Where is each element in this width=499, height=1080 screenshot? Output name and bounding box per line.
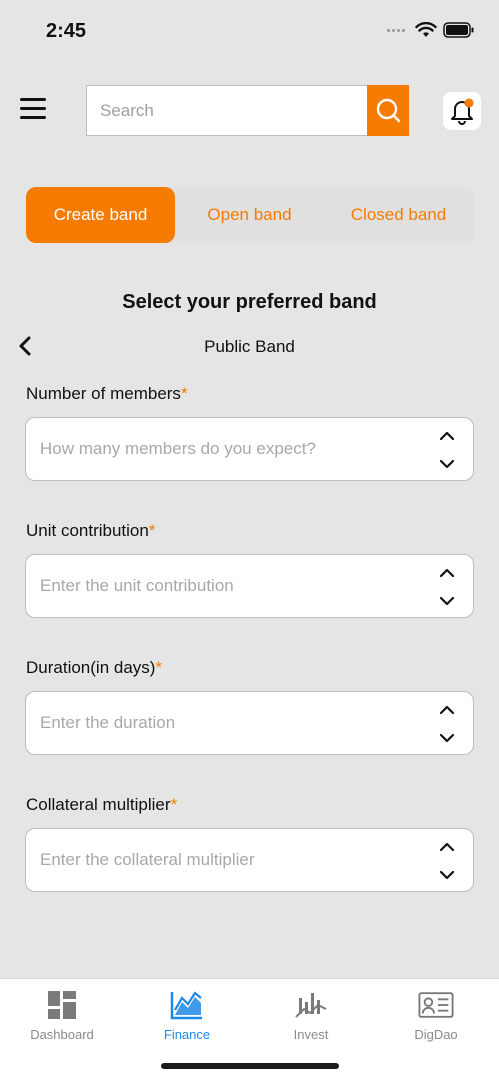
duration-label: Duration(in days)* xyxy=(26,658,162,678)
search-input[interactable] xyxy=(87,86,368,135)
stepper-up-button[interactable] xyxy=(435,563,459,583)
nav-invest[interactable]: Invest xyxy=(249,987,373,1042)
stepper-down-button[interactable] xyxy=(435,454,459,474)
cellular-signal-icon xyxy=(387,28,405,32)
dashboard-icon xyxy=(48,991,76,1019)
band-type-title: Public Band xyxy=(204,337,295,356)
stepper-down-button[interactable] xyxy=(435,728,459,748)
chevron-down-icon xyxy=(439,870,455,880)
unit-contribution-field xyxy=(25,554,474,618)
duration-label-text: Duration(in days) xyxy=(26,658,156,677)
stepper-up-button[interactable] xyxy=(435,837,459,857)
collateral-multiplier-label-text: Collateral multiplier xyxy=(26,795,171,814)
band-tabs: Create band Open band Closed band xyxy=(26,187,474,243)
chevron-left-icon xyxy=(19,336,31,356)
collateral-multiplier-field xyxy=(25,828,474,892)
chevron-up-icon xyxy=(439,705,455,715)
search-button[interactable] xyxy=(367,85,409,136)
nav-label: Finance xyxy=(163,1027,211,1042)
members-label-text: Number of members xyxy=(26,384,181,403)
chevron-down-icon xyxy=(439,596,455,606)
unit-contribution-stepper xyxy=(435,561,459,611)
unit-contribution-input[interactable] xyxy=(26,555,426,617)
required-mark: * xyxy=(170,795,178,814)
chevron-up-icon xyxy=(439,431,455,441)
stepper-up-button[interactable] xyxy=(435,426,459,446)
duration-field xyxy=(25,691,474,755)
members-label: Number of members* xyxy=(26,384,188,404)
notification-button[interactable] xyxy=(443,92,481,130)
duration-input[interactable] xyxy=(26,692,426,754)
nav-label: Dashboard xyxy=(30,1027,94,1042)
unit-contribution-label: Unit contribution* xyxy=(26,521,155,541)
chevron-down-icon xyxy=(439,733,455,743)
stepper-down-button[interactable] xyxy=(435,865,459,885)
wifi-icon xyxy=(415,22,437,37)
finance-chart-icon xyxy=(170,991,202,1020)
nav-finance[interactable]: Finance xyxy=(125,987,249,1042)
search-icon xyxy=(376,98,401,122)
chevron-down-icon xyxy=(439,459,455,469)
chevron-up-icon xyxy=(439,842,455,852)
home-indicator xyxy=(161,1063,339,1069)
status-icons xyxy=(387,22,475,38)
duration-stepper xyxy=(435,698,459,748)
required-mark: * xyxy=(155,658,163,677)
unit-contribution-label-text: Unit contribution xyxy=(26,521,149,540)
tab-open-band[interactable]: Open band xyxy=(175,187,324,243)
battery-icon xyxy=(443,22,474,38)
members-input[interactable] xyxy=(26,418,426,480)
required-mark: * xyxy=(148,521,156,540)
back-button[interactable] xyxy=(18,334,38,358)
stepper-down-button[interactable] xyxy=(435,591,459,611)
nav-digdao[interactable]: DigDao xyxy=(374,987,498,1042)
section-title: Select your preferred band xyxy=(122,291,377,313)
chevron-up-icon xyxy=(439,568,455,578)
collateral-multiplier-input[interactable] xyxy=(26,829,426,891)
nav-dashboard[interactable]: Dashboard xyxy=(0,987,124,1042)
required-mark: * xyxy=(180,384,188,403)
status-time: 2:45 xyxy=(46,20,87,42)
stepper-up-button[interactable] xyxy=(435,700,459,720)
nav-label: Invest xyxy=(293,1027,329,1042)
nav-label: DigDao xyxy=(414,1027,458,1042)
tab-closed-band[interactable]: Closed band xyxy=(324,187,473,243)
invest-chart-icon xyxy=(295,993,327,1018)
header xyxy=(0,85,499,137)
search-box xyxy=(86,85,368,136)
collateral-multiplier-label: Collateral multiplier* xyxy=(26,795,177,815)
status-bar: 2:45 xyxy=(0,0,499,60)
members-stepper xyxy=(435,424,459,474)
bell-icon xyxy=(451,98,474,125)
members-field xyxy=(25,417,474,481)
tab-create-band[interactable]: Create band xyxy=(26,187,175,243)
collateral-multiplier-stepper xyxy=(435,835,459,885)
hamburger-menu-icon[interactable] xyxy=(20,98,48,122)
id-card-icon xyxy=(418,992,454,1018)
